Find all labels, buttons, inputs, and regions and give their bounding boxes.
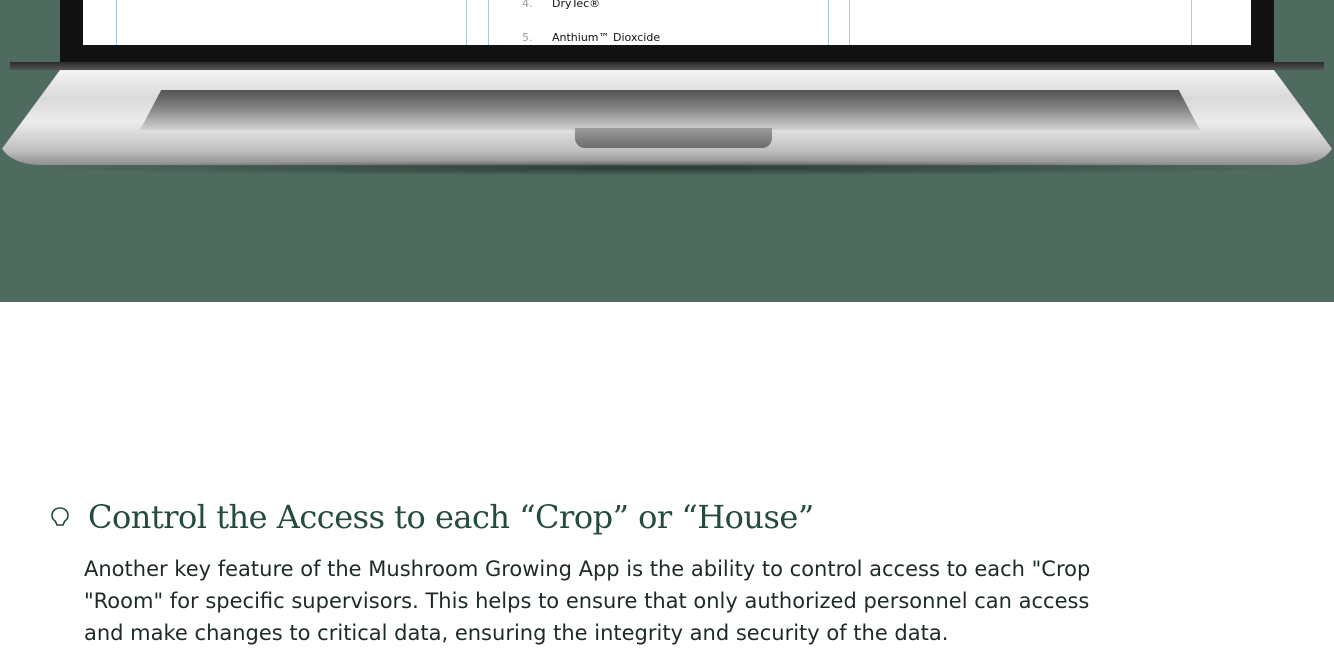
screen-column-divider xyxy=(1191,0,1192,45)
section-body: Another key feature of the Mushroom Grow… xyxy=(84,553,1334,649)
body-line: Another key feature of the Mushroom Grow… xyxy=(84,557,1091,581)
screen-column-divider xyxy=(116,0,117,45)
laptop-hinge xyxy=(10,62,1324,70)
laptop-screen xyxy=(83,0,1251,45)
laptop-keyboard xyxy=(140,90,1200,130)
section-title: Control the Access to each “Crop” or “Ho… xyxy=(88,498,814,536)
screen-list-label: DryTec® xyxy=(552,0,601,10)
screen-column-divider xyxy=(488,0,489,45)
screen-list-label: Anthium™ Dioxcide xyxy=(552,31,661,44)
screen-list-item: 5. Anthium™ Dioxcide xyxy=(522,31,660,44)
screen-list-item: 4. DryTec® xyxy=(522,0,600,10)
hero-laptop-image: 4. DryTec® 5. Anthium™ Dioxcide xyxy=(0,0,1334,302)
laptop-shadow xyxy=(20,160,1314,176)
screen-list-number: 4. xyxy=(522,0,533,10)
screen-column-divider xyxy=(828,0,829,45)
body-line: and make changes to critical data, ensur… xyxy=(84,621,949,645)
screen-column-divider xyxy=(849,0,850,45)
lightbulb-outline-icon xyxy=(51,507,69,526)
body-line: "Room" for specific supervisors. This he… xyxy=(84,589,1090,613)
screen-column-divider xyxy=(466,0,467,45)
screen-list-number: 5. xyxy=(522,31,533,44)
laptop-trackpad-notch xyxy=(575,128,772,148)
